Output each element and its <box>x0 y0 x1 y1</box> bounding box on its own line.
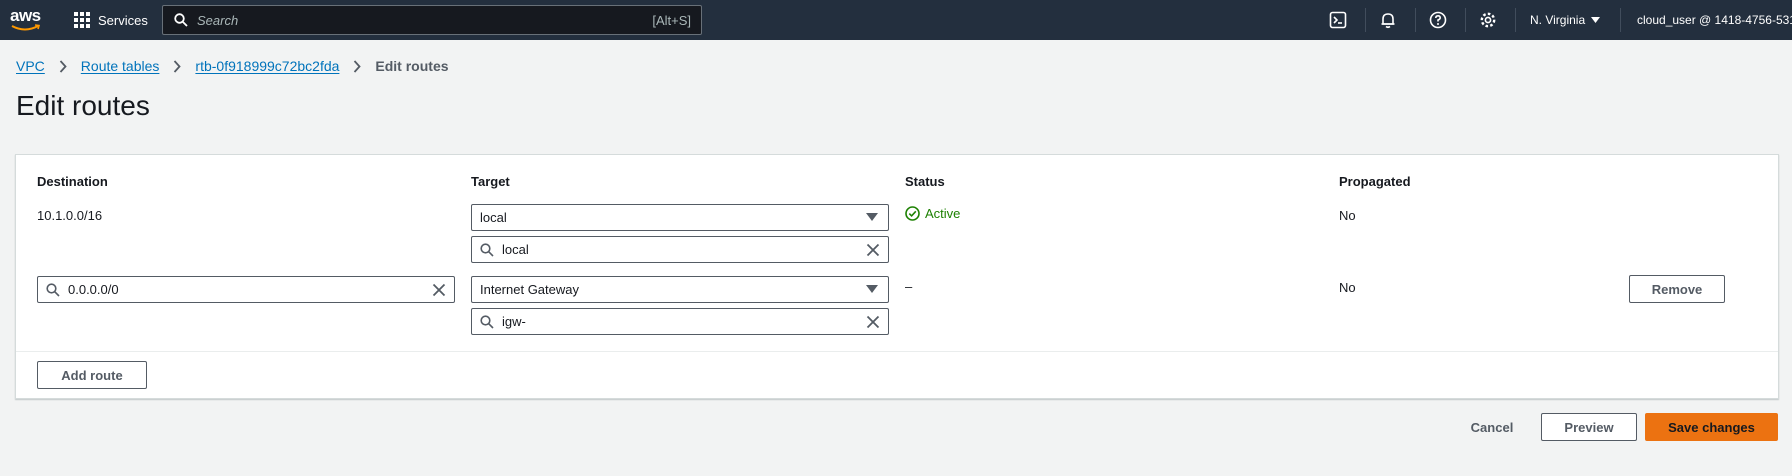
routes-editor-panel: Destination Target Status Propagated 10.… <box>15 154 1779 399</box>
clear-icon[interactable] <box>866 315 880 329</box>
services-menu[interactable]: Services <box>74 0 148 40</box>
remove-route-button[interactable]: Remove <box>1629 275 1725 303</box>
search-icon <box>174 13 188 27</box>
help-icon[interactable] <box>1428 10 1448 30</box>
row1-status: Active <box>905 206 960 221</box>
row2-status: – <box>905 279 913 294</box>
region-label: N. Virginia <box>1530 13 1586 27</box>
nav-divider <box>1620 8 1621 32</box>
row2-propagated: No <box>1339 280 1356 295</box>
nav-divider <box>1465 8 1466 32</box>
caret-down-icon <box>1591 17 1601 23</box>
row1-destination: 10.1.0.0/16 <box>37 208 103 223</box>
status-success-icon <box>905 206 920 221</box>
column-header-propagated: Propagated <box>1339 174 1411 189</box>
region-selector[interactable]: N. Virginia <box>1530 0 1601 40</box>
aws-smile-icon <box>11 24 41 31</box>
row2-destination-input[interactable] <box>68 282 408 297</box>
chevron-right-icon <box>173 59 182 73</box>
clear-icon[interactable] <box>866 243 880 257</box>
search-icon <box>46 282 60 297</box>
cloudshell-icon[interactable] <box>1328 10 1348 30</box>
services-grid-icon <box>74 12 90 28</box>
row1-target-select-value: local <box>480 210 507 225</box>
row2-target-search[interactable] <box>471 308 889 335</box>
save-changes-button[interactable]: Save changes <box>1645 413 1778 441</box>
row1-propagated: No <box>1339 208 1356 223</box>
aws-logo-text: aws <box>10 6 41 25</box>
caret-down-icon <box>866 213 878 221</box>
chevron-right-icon <box>353 59 362 73</box>
settings-gear-icon[interactable] <box>1478 10 1498 30</box>
row2-destination-field[interactable] <box>37 276 455 303</box>
row1-target-select[interactable]: local <box>471 204 889 231</box>
chevron-right-icon <box>59 59 67 73</box>
caret-down-icon <box>866 285 878 293</box>
search-shortcut: [Alt+S] <box>652 12 691 28</box>
preview-button[interactable]: Preview <box>1541 413 1637 441</box>
nav-divider <box>1365 8 1366 32</box>
row2-target-select-value: Internet Gateway <box>480 282 579 297</box>
column-header-destination: Destination <box>37 174 108 189</box>
nav-divider <box>1515 8 1516 32</box>
panel-divider <box>16 351 1778 352</box>
search-icon <box>480 314 494 329</box>
column-header-status: Status <box>905 174 945 189</box>
row1-target-search-input[interactable] <box>502 242 842 257</box>
cancel-button[interactable]: Cancel <box>1462 413 1522 441</box>
add-route-button[interactable]: Add route <box>37 361 147 389</box>
aws-logo[interactable]: aws <box>10 6 44 34</box>
notifications-bell-icon[interactable] <box>1378 10 1398 30</box>
nav-divider <box>1415 8 1416 32</box>
global-search[interactable]: [Alt+S] <box>162 5 702 35</box>
page-title: Edit routes <box>16 90 150 121</box>
search-icon <box>480 242 494 257</box>
column-header-target: Target <box>471 174 510 189</box>
breadcrumb: VPC Route tables rtb-0f918999c72bc2fda E… <box>16 58 449 74</box>
row2-target-select[interactable]: Internet Gateway <box>471 276 889 303</box>
breadcrumb-route-tables-link[interactable]: Route tables <box>81 58 160 74</box>
top-navigation: aws Services [Alt+S] <box>0 0 1792 40</box>
account-menu[interactable]: cloud_user @ 1418-4756-5317 <box>1637 0 1792 40</box>
search-input[interactable] <box>197 12 653 28</box>
breadcrumb-route-table-id-link[interactable]: rtb-0f918999c72bc2fda <box>195 58 339 74</box>
services-label: Services <box>98 12 148 28</box>
row1-target-search[interactable] <box>471 236 889 263</box>
breadcrumb-current: Edit routes <box>375 58 449 74</box>
account-label: cloud_user @ 1418-4756-5317 <box>1637 13 1792 27</box>
clear-icon[interactable] <box>432 283 446 297</box>
row1-status-label: Active <box>925 206 961 221</box>
row2-target-search-input[interactable] <box>502 314 842 329</box>
breadcrumb-vpc-link[interactable]: VPC <box>16 58 45 74</box>
